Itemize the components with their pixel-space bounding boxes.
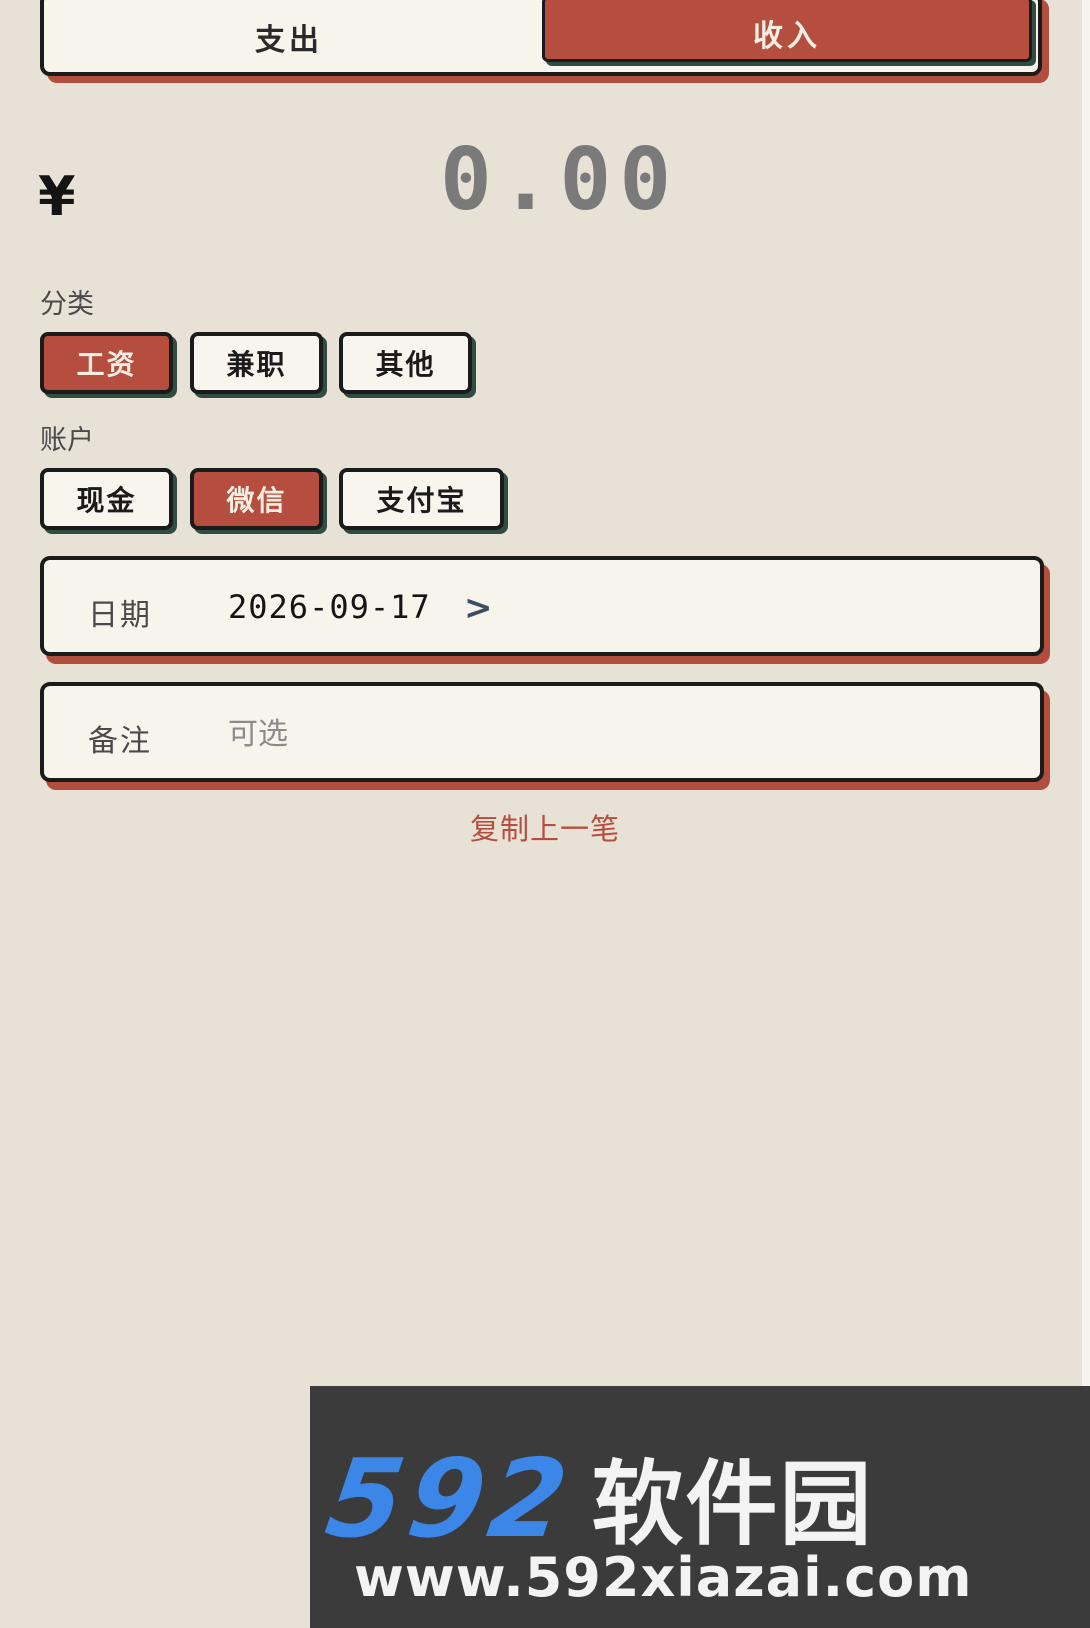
chevron-right-icon[interactable]: > xyxy=(464,588,493,628)
note-input[interactable] xyxy=(224,708,992,760)
category-chip-other[interactable]: 其他 xyxy=(339,332,472,394)
category-chip-parttime[interactable]: 兼职 xyxy=(190,332,323,394)
currency-symbol: ¥ xyxy=(38,165,76,228)
account-chip-wechat[interactable]: 微信 xyxy=(190,468,323,530)
transaction-type-toggle: 支出 收入 xyxy=(40,0,1042,76)
expense-tab[interactable]: 支出 xyxy=(44,0,534,70)
category-chip-salary[interactable]: 工资 xyxy=(40,332,173,394)
income-tab[interactable]: 收入 xyxy=(542,0,1032,62)
account-label: 账户 xyxy=(40,425,94,456)
watermark-url: www.592xiazai.com xyxy=(354,1546,973,1609)
amount-display[interactable]: 0.00 xyxy=(440,130,679,230)
account-chip-alipay[interactable]: 支付宝 xyxy=(339,468,504,530)
note-field[interactable]: 备注 xyxy=(40,682,1044,782)
date-label: 日期 xyxy=(88,598,152,633)
note-label: 备注 xyxy=(88,724,152,759)
site-watermark: 592 软件园 www.592xiazai.com xyxy=(310,1386,1090,1628)
copy-last-entry-link[interactable]: 复制上一笔 xyxy=(0,806,1090,848)
watermark-logo: 592 软件园 xyxy=(319,1430,874,1563)
date-value[interactable]: 2026-09-17 xyxy=(228,588,431,626)
category-label: 分类 xyxy=(40,289,94,320)
date-field[interactable]: 日期 2026-09-17 > xyxy=(40,556,1044,656)
watermark-logo-number: 592 xyxy=(319,1437,581,1562)
account-chip-cash[interactable]: 现金 xyxy=(40,468,173,530)
watermark-logo-text: 软件园 xyxy=(591,1451,874,1558)
